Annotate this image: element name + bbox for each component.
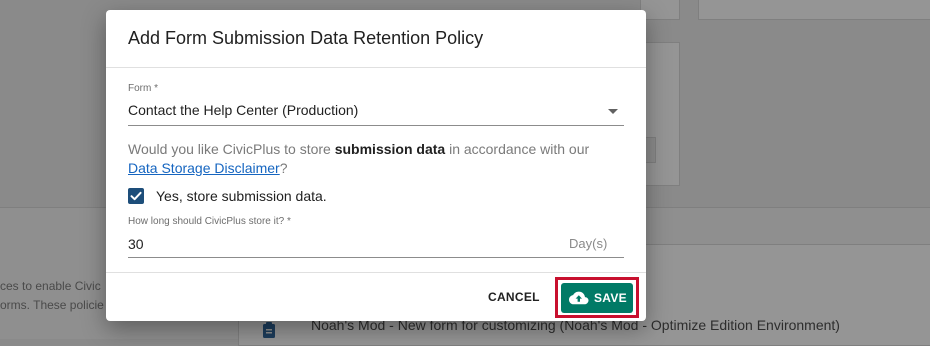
form-field-label: Form * [128,83,158,94]
store-data-checkbox-label[interactable]: Yes, store submission data. [156,188,327,204]
cancel-button[interactable]: CANCEL [488,290,540,304]
retention-policy-dialog: Add Form Submission Data Retention Polic… [106,10,646,321]
data-storage-disclaimer-link[interactable]: Data Storage Disclaimer [128,160,280,176]
retention-unit-suffix: Day(s) [569,236,608,251]
select-underline [128,125,624,126]
divider [106,272,646,273]
divider [106,67,646,68]
form-select[interactable]: Contact the Help Center (Production) [128,102,358,118]
retention-days-input[interactable] [128,234,558,254]
cloud-upload-icon [569,291,589,305]
question-middle: in accordance with our [445,141,590,157]
storage-question: Would you like CivicPlus to store submis… [128,140,628,178]
store-data-checkbox[interactable] [128,188,144,204]
retention-field-label: How long should CivicPlus store it? * [128,216,291,227]
save-button[interactable]: SAVE [561,283,633,313]
input-underline [128,257,624,258]
question-suffix: ? [279,160,288,176]
dialog-title: Add Form Submission Data Retention Polic… [128,28,484,48]
question-prefix: Would you like CivicPlus to store [128,141,335,157]
check-icon [130,191,142,201]
chevron-down-icon[interactable] [608,109,618,114]
save-button-label: SAVE [594,291,627,305]
question-bold: submission data [334,141,446,157]
